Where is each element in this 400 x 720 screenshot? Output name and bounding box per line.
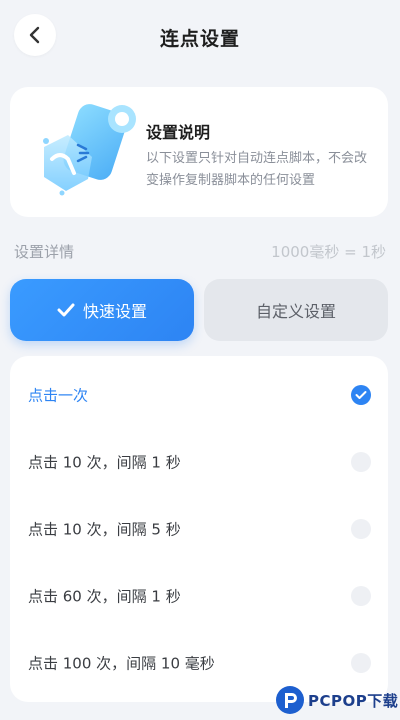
click-hand-illustration-icon [43, 104, 136, 196]
tab-quick-label: 快速设置 [82, 302, 147, 321]
details-note: 1000毫秒 = 1秒 [271, 243, 386, 261]
option-label: 点击 10 次，间隔 5 秒 [28, 520, 181, 539]
option-item[interactable]: 点击 10 次，间隔 5 秒 [10, 499, 388, 559]
radio-unchecked-icon[interactable] [351, 519, 371, 539]
options-list: 点击一次 点击 10 次，间隔 1 秒 点击 10 次，间隔 5 秒 点击 60… [10, 356, 388, 702]
option-label: 点击 60 次，间隔 1 秒 [28, 587, 181, 606]
option-label: 点击 10 次，间隔 1 秒 [28, 453, 181, 472]
radio-unchecked-icon[interactable] [351, 452, 371, 472]
check-icon [57, 302, 75, 318]
option-item[interactable]: 点击 60 次，间隔 1 秒 [10, 566, 388, 626]
page-title: 连点设置 [159, 28, 240, 50]
tab-custom-settings[interactable]: 自定义设置 [204, 279, 388, 341]
option-label: 点击一次 [28, 386, 89, 405]
details-label: 设置详情 [14, 243, 75, 261]
option-item[interactable]: 点击一次 [10, 365, 388, 425]
info-description: 以下设置只针对自动连点脚本，不会改变操作复制器脚本的任何设置 [146, 151, 368, 188]
info-title: 设置说明 [146, 123, 211, 142]
watermark: PCPOP下载 [276, 683, 400, 717]
radio-unchecked-icon[interactable] [351, 653, 371, 673]
radio-checked-icon[interactable] [351, 385, 371, 405]
header: 连点设置 [0, 0, 400, 72]
tab-custom-label: 自定义设置 [255, 302, 336, 321]
option-item[interactable]: 点击 10 次，间隔 1 秒 [10, 432, 388, 492]
pcpop-logo-icon [276, 686, 304, 714]
radio-unchecked-icon[interactable] [351, 586, 371, 606]
info-card: 设置说明 以下设置只针对自动连点脚本，不会改变操作复制器脚本的任何设置 [10, 87, 388, 217]
option-label: 点击 100 次，间隔 10 毫秒 [28, 654, 215, 673]
tab-quick-settings[interactable]: 快速设置 [10, 279, 194, 341]
watermark-text: PCPOP下载 [308, 691, 399, 710]
